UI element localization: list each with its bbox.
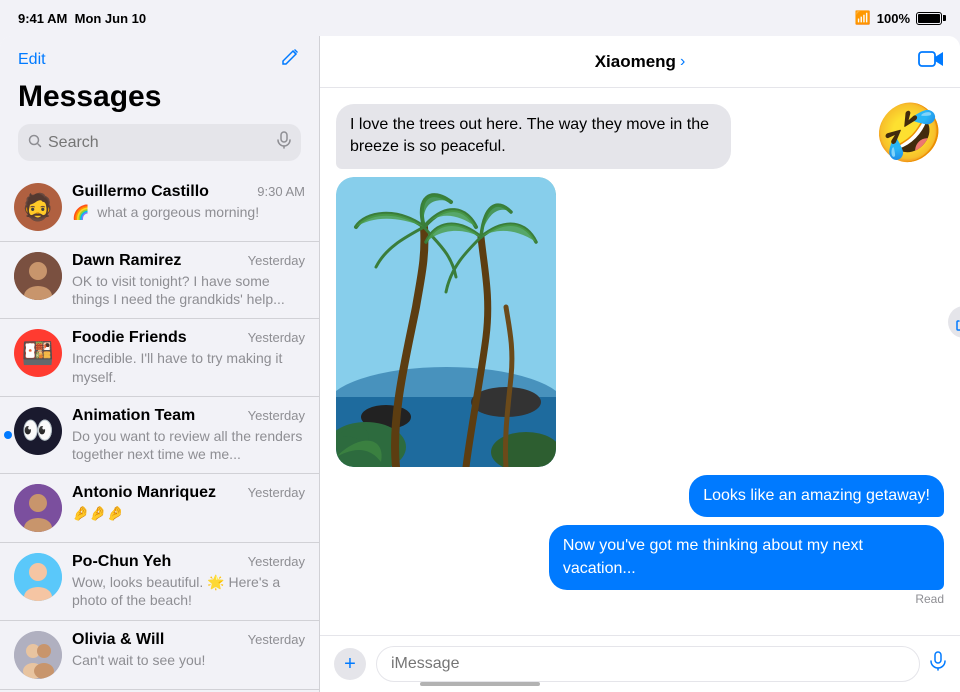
conv-preview: Incredible. I'll have to try making it m… [72, 349, 305, 385]
chat-chevron-icon: › [680, 53, 685, 71]
video-call-button[interactable] [918, 49, 944, 75]
list-item[interactable]: Dawn Ramirez Yesterday OK to visit tonig… [0, 242, 319, 319]
list-item[interactable]: Antonio Manriquez Yesterday 🤌🤌🤌 [0, 474, 319, 543]
conv-content: Dawn Ramirez Yesterday OK to visit tonig… [72, 252, 305, 308]
conv-time: Yesterday [248, 330, 305, 345]
photo-placeholder [336, 177, 556, 467]
conv-preview: Wow, looks beautiful. 🌟 Here's a photo o… [72, 573, 305, 609]
input-area: + [320, 635, 960, 692]
mic-icon[interactable] [277, 131, 291, 154]
emoji-reaction: 🤣 [874, 100, 944, 166]
chat-area: Xiaomeng › 🤣 I love the trees out here. … [320, 36, 960, 692]
message-row: Now you've got me thinking about my next… [336, 525, 944, 606]
search-bar[interactable] [18, 124, 301, 161]
home-indicator [420, 682, 540, 686]
conv-name: Guillermo Castillo [72, 183, 209, 201]
sidebar-header: Edit Messages [0, 36, 319, 173]
message-bubble-sent: Now you've got me thinking about my next… [549, 525, 944, 590]
list-item[interactable]: Po-Chun Yeh Yesterday Wow, looks beautif… [0, 543, 319, 620]
avatar [14, 631, 62, 679]
conv-name: Po-Chun Yeh [72, 553, 171, 571]
conv-preview: 🌈 what a gorgeous morning! [72, 203, 305, 221]
search-icon [28, 134, 42, 151]
status-time: 9:41 AM Mon Jun 10 [18, 11, 146, 26]
edit-button[interactable]: Edit [18, 51, 46, 69]
avatar [14, 484, 62, 532]
conv-time: Yesterday [248, 485, 305, 500]
conv-preview: 🤌🤌🤌 [72, 504, 305, 522]
add-button[interactable]: + [334, 648, 366, 680]
app-container: Edit Messages [0, 36, 960, 692]
list-item[interactable]: 🍱 Foodie Friends Yesterday Incredible. I… [0, 319, 319, 396]
conv-content: Foodie Friends Yesterday Incredible. I'l… [72, 329, 305, 385]
conversation-list: 🧔 Guillermo Castillo 9:30 AM 🌈 what a go… [0, 173, 319, 692]
battery-label: 100% [877, 11, 910, 26]
photo-message[interactable] [336, 177, 556, 467]
battery-icon [916, 12, 942, 25]
conv-name: Animation Team [72, 407, 195, 425]
conv-time: 9:30 AM [257, 184, 305, 199]
conv-name: Antonio Manriquez [72, 484, 216, 502]
status-bar: 9:41 AM Mon Jun 10 📶 100% [0, 0, 960, 36]
conv-content: Antonio Manriquez Yesterday 🤌🤌🤌 [72, 484, 305, 522]
message-bubble-received: I love the trees out here. The way they … [336, 104, 731, 169]
avatar: 🧔 [14, 183, 62, 231]
conv-time: Yesterday [248, 554, 305, 569]
list-item[interactable]: Olivia & Will Yesterday Can't wait to se… [0, 621, 319, 690]
sidebar-top-bar: Edit [18, 46, 301, 74]
conv-content: Olivia & Will Yesterday Can't wait to se… [72, 631, 305, 669]
search-input[interactable] [48, 134, 271, 152]
mic-button[interactable] [930, 651, 946, 677]
conv-name: Dawn Ramirez [72, 252, 181, 270]
messages-area: 🤣 I love the trees out here. The way the… [320, 88, 960, 635]
message-input[interactable] [376, 646, 920, 682]
avatar [14, 252, 62, 300]
avatar: 👀 [14, 407, 62, 455]
conv-content: Po-Chun Yeh Yesterday Wow, looks beautif… [72, 553, 305, 609]
conv-preview: OK to visit tonight? I have some things … [72, 272, 305, 308]
conv-time: Yesterday [248, 632, 305, 647]
wifi-icon: 📶 [855, 10, 871, 26]
conv-preview: Can't wait to see you! [72, 651, 305, 669]
chat-title: Xiaomeng [595, 52, 676, 72]
status-right: 📶 100% [855, 10, 942, 26]
chat-header: Xiaomeng › [320, 36, 960, 88]
avatar [14, 553, 62, 601]
conv-name: Foodie Friends [72, 329, 187, 347]
conv-time: Yesterday [248, 253, 305, 268]
conv-content: Animation Team Yesterday Do you want to … [72, 407, 305, 463]
conv-time: Yesterday [248, 408, 305, 423]
message-bubble-sent: Looks like an amazing getaway! [689, 475, 944, 517]
messages-title: Messages [18, 80, 301, 114]
list-item[interactable]: 🧔 Guillermo Castillo 9:30 AM 🌈 what a go… [0, 173, 319, 242]
compose-button[interactable] [279, 46, 301, 74]
message-row: I love the trees out here. The way they … [336, 104, 944, 169]
chat-title-wrap[interactable]: Xiaomeng › [595, 52, 686, 72]
read-label: Read [915, 592, 944, 606]
list-item[interactable]: 👀 Animation Team Yesterday Do you want t… [0, 397, 319, 474]
avatar: 🍱 [14, 329, 62, 377]
message-row: Looks like an amazing getaway! [336, 475, 944, 517]
message-row [336, 177, 944, 467]
sidebar: Edit Messages [0, 36, 320, 692]
conv-name: Olivia & Will [72, 631, 164, 649]
conv-preview: Do you want to review all the renders to… [72, 427, 305, 463]
conv-content: Guillermo Castillo 9:30 AM 🌈 what a gorg… [72, 183, 305, 221]
share-button[interactable] [948, 306, 960, 338]
